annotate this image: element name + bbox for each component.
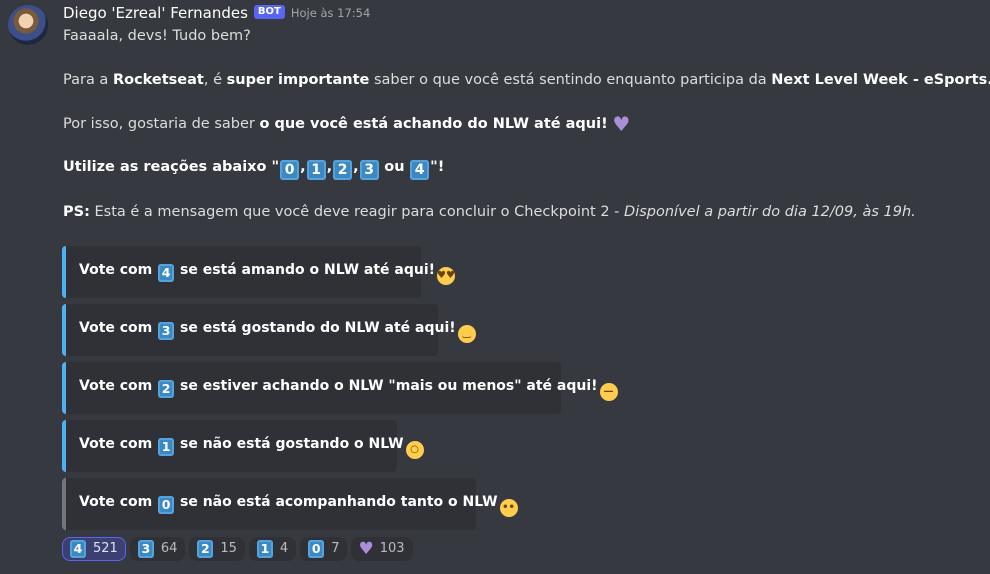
text: se não está acompanhando tanto o NLW (180, 493, 498, 510)
reaction-count: 64 (160, 541, 178, 556)
reaction-count: 103 (379, 541, 405, 556)
text: se estiver achando o NLW "mais ou menos"… (180, 377, 598, 394)
keycap-1-icon: 1 (158, 437, 175, 456)
paragraph-reactions: Utilize as reações abaixo " 0, 1, 2, 3 ou 4 "… (63, 157, 444, 180)
keycap-1-icon: 1 (256, 540, 273, 558)
no-mouth-emoji: •• (499, 498, 518, 517)
greeting-text: Faaaala, devs! Tudo bem? (63, 28, 251, 44)
text: "! (430, 159, 445, 175)
keycap-0-icon: 0 (280, 160, 300, 180)
keycap-2-icon: 2 (197, 540, 214, 558)
keycap-4-icon: 4 (158, 263, 175, 282)
text: Esta é a mensagem que você deve reagir p… (89, 204, 625, 220)
keycap-0-icon: 0 (158, 495, 175, 514)
greeting-line: Faaaala, devs! Tudo bem? (63, 26, 251, 46)
embed-vote-2: Vote com 2 se estiver achando o NLW "mai… (62, 362, 618, 414)
purple-heart-icon: ♥ (612, 112, 631, 136)
reaction-count: 521 (93, 541, 118, 556)
keycap-3-icon: 3 (137, 540, 154, 558)
comma: , (353, 159, 359, 175)
reaction-count: 15 (220, 541, 237, 556)
text: Vote com (79, 319, 153, 336)
embed-text: Vote com 1 se não está gostando o NLW ○ (79, 434, 424, 459)
embed-text: Vote com 0 se não está acompanhando tant… (79, 492, 518, 517)
timestamp: Hoje às 17:54 (290, 6, 371, 20)
text: Utilize as reações abaixo " (63, 159, 280, 175)
text: Vote com (79, 261, 153, 278)
grin-emoji: ‿ (457, 324, 476, 343)
reaction-keycap-3[interactable]: 3 64 (129, 537, 186, 561)
bold-ps: PS: (63, 204, 90, 220)
reaction-keycap-2[interactable]: 2 15 (189, 537, 245, 561)
text: Para a (63, 72, 113, 88)
reaction-purple-heart[interactable]: ♥ 103 (351, 537, 413, 561)
embed-vote-0: Vote com 0 se não está acompanhando tant… (62, 478, 518, 530)
message-header: Diego 'Ezreal' Fernandes BOT Hoje às 17:… (63, 2, 980, 24)
reaction-keycap-4[interactable]: 4 521 (62, 537, 126, 561)
embed-text: Vote com 4 se está amando o NLW até aqui… (79, 260, 456, 285)
paragraph-rocketseat: Para a Rocketseat, é super importante sa… (63, 70, 990, 90)
text: Vote com (79, 435, 153, 452)
reaction-bar: 4 521 3 64 2 15 1 4 0 7 ♥ 103 (62, 537, 413, 561)
message: Diego 'Ezreal' Fernandes BOT Hoje às 17:… (63, 2, 990, 220)
comma: , (300, 159, 306, 175)
text: se está gostando do NLW até aqui! (180, 319, 456, 336)
keycap-4-icon: 4 (410, 160, 430, 180)
keycap-2-icon: 2 (333, 160, 353, 180)
text: se não está gostando o NLW (180, 435, 404, 452)
italic-date: Disponível a partir do dia 12/09, às 19h… (624, 204, 916, 220)
text: Vote com (79, 493, 153, 510)
neutral-face-emoji: — (599, 382, 618, 401)
bold-rocketseat: Rocketseat (112, 72, 204, 88)
embed-text: Vote com 3 se está gostando do NLW até a… (79, 318, 476, 343)
bot-tag: BOT (253, 5, 285, 19)
embed-text: Vote com 2 se estiver achando o NLW "mai… (79, 376, 618, 401)
embed-vote-3: Vote com 3 se está gostando do NLW até a… (62, 304, 476, 356)
embed-vote-1: Vote com 1 se não está gostando o NLW ○ (62, 420, 424, 472)
keycap-1-icon: 1 (306, 160, 326, 180)
bold-question: o que você está achando do NLW até aqui! (259, 116, 608, 132)
comma: , (326, 159, 333, 175)
purple-heart-icon: ♥ (358, 539, 374, 559)
keycap-4-icon: 4 (70, 540, 86, 558)
reaction-count: 4 (279, 541, 289, 556)
keycap-0-icon: 0 (308, 540, 325, 558)
text: Por isso, gostaria de saber (63, 116, 260, 132)
text: , é (203, 72, 227, 88)
author-name[interactable]: Diego 'Ezreal' Fernandes (63, 3, 248, 23)
text-ou: ou (384, 159, 405, 175)
keycap-3-icon: 3 (158, 321, 175, 340)
keycap-3-icon: 3 (359, 160, 379, 180)
bold-event-name: Next Level Week - eSports. (771, 72, 990, 88)
paragraph-ps: PS: Esta é a mensagem que você deve reag… (63, 202, 916, 222)
heart-eyes-emoji: ♥♥ (437, 266, 456, 285)
keycap-2-icon: 2 (158, 379, 175, 398)
bold-super-importante: super importante (226, 72, 370, 88)
yawning-face-emoji: ○ (405, 440, 424, 459)
avatar[interactable] (8, 5, 48, 45)
reaction-count: 7 (331, 541, 340, 556)
reaction-keycap-1[interactable]: 1 4 (248, 537, 297, 561)
text: Vote com (79, 377, 153, 394)
text: saber o que você está sentindo enquanto … (369, 72, 772, 88)
paragraph-question: Por isso, gostaria de saber o que você e… (63, 114, 630, 134)
reaction-keycap-0[interactable]: 0 7 (300, 537, 348, 561)
embed-vote-4: Vote com 4 se está amando o NLW até aqui… (62, 246, 456, 298)
text: se está amando o NLW até aqui! (180, 261, 436, 278)
